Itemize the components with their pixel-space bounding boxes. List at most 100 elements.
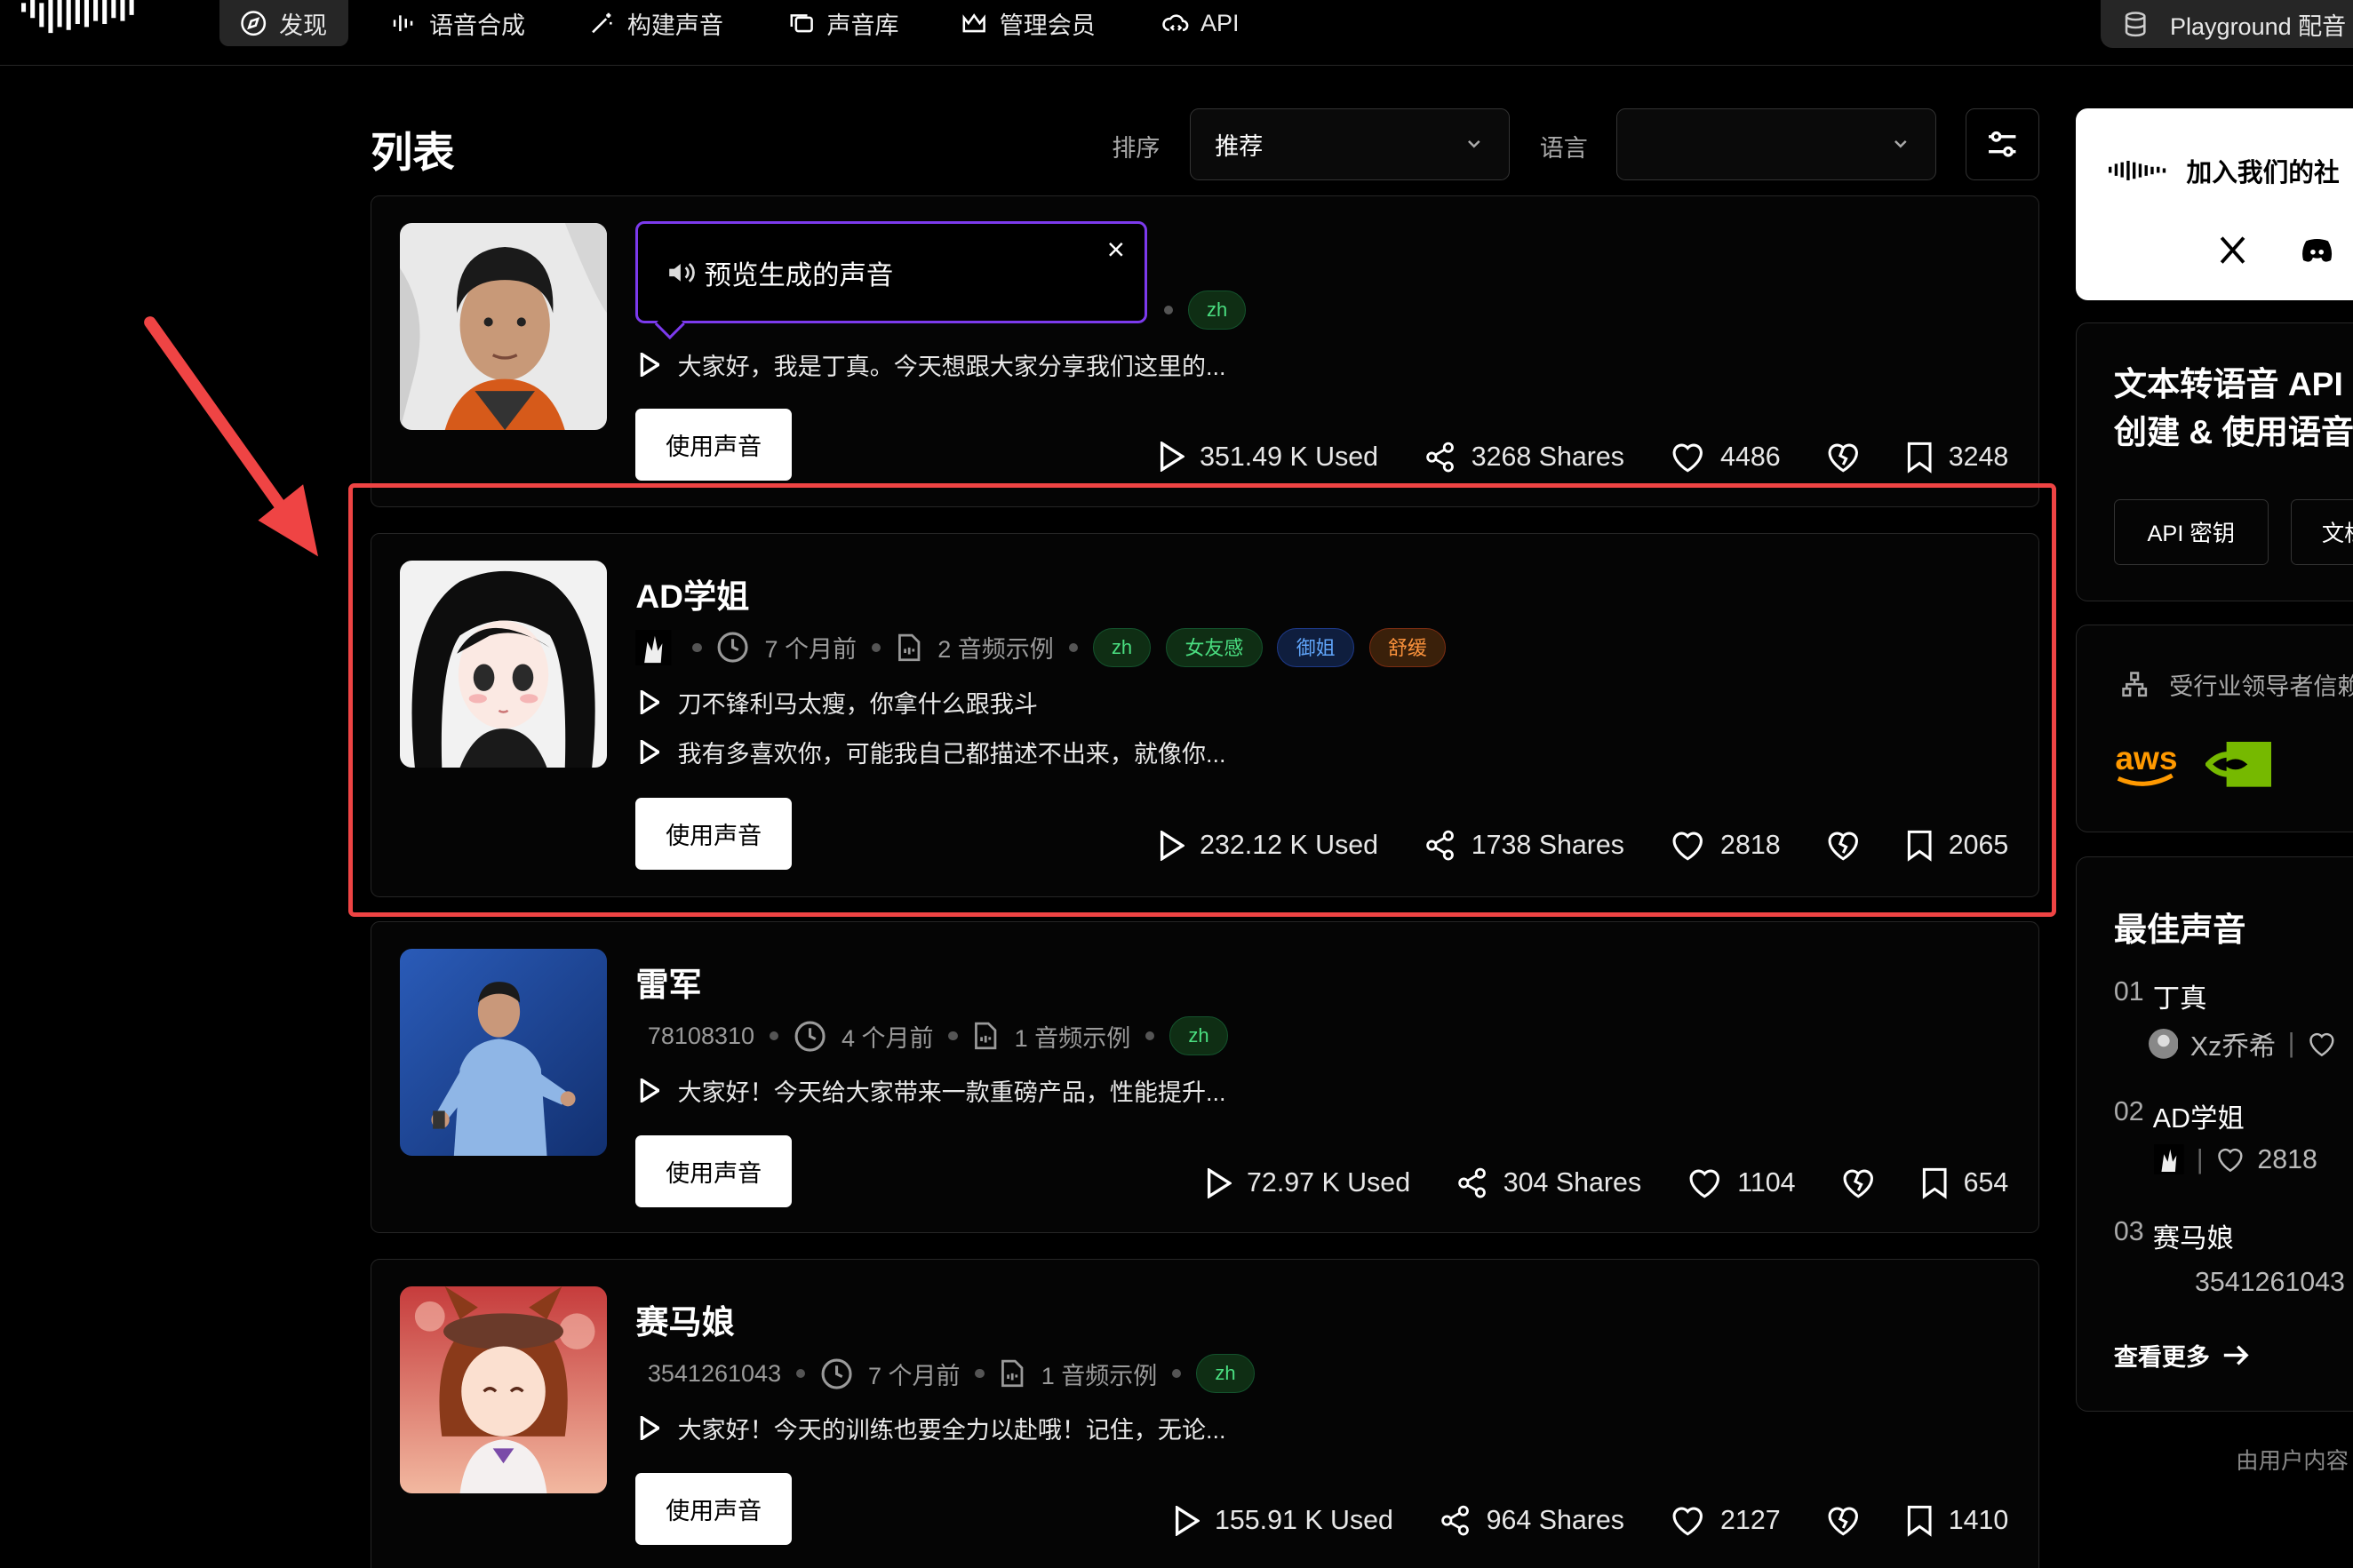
share-count: 964 Shares xyxy=(1486,1505,1624,1536)
page-title: 列表 xyxy=(371,130,455,178)
heart-icon xyxy=(1687,1166,1723,1199)
avatar[interactable] xyxy=(400,222,608,430)
discord-icon[interactable] xyxy=(2301,237,2333,264)
audio-sample[interactable]: 大家好！今天给大家带来一款重磅产品，性能提升... xyxy=(639,1073,1226,1108)
best-voice-item[interactable]: 02 AD学姐 xyxy=(2114,1096,2245,1135)
card-stats: 351.49 K Used 3268 Shares 4486 3248 xyxy=(1113,441,2008,474)
bookmark-button[interactable]: 1410 xyxy=(1906,1504,2008,1537)
avatar[interactable] xyxy=(400,949,608,1157)
author-avatar xyxy=(2148,1028,2179,1059)
api-title: 文本转语音 API 创建 & 使用语音 xyxy=(2114,360,2353,456)
nav-build-voice[interactable]: 构建声音 xyxy=(567,0,744,46)
see-more-link[interactable]: 查看更多 xyxy=(2114,1338,2252,1373)
x-twitter-icon[interactable] xyxy=(2216,234,2249,267)
api-key-button[interactable]: API 密钥 xyxy=(2113,498,2269,565)
playground-button[interactable]: Playground 配音 xyxy=(2101,0,2353,49)
sort-label: 排序 xyxy=(1112,135,1161,163)
sort-select[interactable]: 推荐 xyxy=(1190,107,1510,180)
share-count: 1738 Shares xyxy=(1471,830,1624,861)
share-button[interactable]: 1738 Shares xyxy=(1424,829,1624,862)
author-avatar[interactable] xyxy=(635,629,672,666)
tag[interactable]: 舒缓 xyxy=(1368,627,1447,667)
use-voice-button[interactable]: 使用声音 xyxy=(635,1472,792,1545)
play-icon xyxy=(1158,442,1185,473)
logo[interactable] xyxy=(20,0,141,36)
magic-wand-icon xyxy=(588,10,615,36)
avatar[interactable] xyxy=(400,560,608,768)
trusted-row: 受行业领导者信赖 xyxy=(2121,667,2353,702)
bookmark-button[interactable]: 2065 xyxy=(1906,829,2008,862)
nav-discover[interactable]: 发现 xyxy=(219,0,348,47)
share-button[interactable]: 304 Shares xyxy=(1456,1166,1641,1199)
bookmark-count: 654 xyxy=(1963,1167,2009,1198)
best-voice-item[interactable]: 03 赛马娘 xyxy=(2114,1216,2234,1255)
dislike-button[interactable] xyxy=(1825,1504,1862,1537)
nav-voice-library[interactable]: 声音库 xyxy=(767,0,920,46)
nav-membership[interactable]: 管理会员 xyxy=(939,0,1116,46)
sample-text: 刀不锋利马太瘦，你拿什么跟我斗 xyxy=(677,691,1038,719)
share-icon xyxy=(1424,829,1456,862)
like-count: 2818 xyxy=(1720,830,1781,861)
dislike-button[interactable] xyxy=(1825,441,1862,474)
share-button[interactable]: 3268 Shares xyxy=(1424,441,1624,474)
svg-text:aws: aws xyxy=(2116,739,2178,776)
trusted-text: 受行业领导者信赖 xyxy=(2169,673,2353,700)
like-button[interactable]: 2818 xyxy=(1670,829,1781,862)
audio-sample[interactable]: 我有多喜欢你，可能我自己都描述不出来，就像你... xyxy=(639,735,1225,769)
language-select[interactable] xyxy=(1615,107,1936,180)
bookmark-button[interactable]: 3248 xyxy=(1906,441,2008,474)
tag[interactable]: 女友感 xyxy=(1166,627,1263,667)
voice-name[interactable]: 赛马娘 xyxy=(635,1295,734,1343)
nav-tts[interactable]: 语音合成 xyxy=(369,0,546,46)
audio-file-icon xyxy=(972,1021,999,1051)
use-voice-button[interactable]: 使用声音 xyxy=(635,409,792,482)
nav-label: 语音合成 xyxy=(428,12,526,39)
used-stat: 72.97 K Used xyxy=(1205,1167,1410,1198)
audio-sample[interactable]: 大家好！今天的训练也要全力以赴哦！记住，无论... xyxy=(639,1411,1226,1445)
library-icon xyxy=(788,10,815,36)
use-voice-button[interactable]: 使用声音 xyxy=(635,1134,792,1207)
like-button[interactable]: 1104 xyxy=(1687,1166,1796,1199)
tag[interactable]: zh xyxy=(1092,627,1152,667)
voice-card: AD学姐 7 个月前 2 音频示例 zh 女友感 御姐 舒缓 刀不锋利马太瘦，你… xyxy=(371,532,2040,897)
aws-logo: aws xyxy=(2112,736,2182,787)
author-name[interactable]: 78108310 xyxy=(648,1023,754,1050)
voice-name[interactable]: AD学姐 xyxy=(635,569,749,617)
audio-file-icon xyxy=(999,1358,1025,1389)
bookmark-button[interactable]: 654 xyxy=(1921,1166,2008,1199)
tag[interactable]: 御姐 xyxy=(1277,627,1354,667)
filter-button[interactable] xyxy=(1966,107,2040,180)
top-nav: 发现 语音合成 构建声音 声音库 管理会员 API Playground 配音 xyxy=(0,0,2353,67)
docs-button[interactable]: 文档 xyxy=(2291,498,2353,565)
sample-text: 大家好！今天给大家带来一款重磅产品，性能提升... xyxy=(677,1079,1226,1107)
like-button[interactable]: 2127 xyxy=(1670,1504,1781,1537)
arrow-right-icon xyxy=(2221,1343,2252,1367)
sample-text: 大家好！今天的训练也要全力以赴哦！记住，无论... xyxy=(677,1417,1226,1445)
community-card[interactable]: 加入我们的社 xyxy=(2075,107,2353,300)
audio-sample[interactable]: 刀不锋利马太瘦，你拿什么跟我斗 xyxy=(639,685,1038,720)
like-button[interactable]: 4486 xyxy=(1670,441,1781,474)
tag[interactable]: zh xyxy=(1169,1016,1228,1056)
sliders-icon xyxy=(1984,126,2021,163)
author-avatar xyxy=(2154,1144,2185,1175)
best-voice-item[interactable]: 01 丁真 xyxy=(2114,976,2207,1015)
avatar[interactable] xyxy=(400,1286,608,1494)
use-voice-button[interactable]: 使用声音 xyxy=(635,797,792,870)
author-name[interactable]: 3541261043 xyxy=(648,1360,781,1388)
network-icon xyxy=(2121,671,2148,697)
play-icon xyxy=(639,690,660,715)
audio-sample[interactable]: 大家好，我是丁真。今天想跟大家分享我们这里的... xyxy=(639,347,1225,382)
best-author: Xz乔希 xyxy=(2189,1031,2277,1062)
share-button[interactable]: 964 Shares xyxy=(1439,1504,1624,1537)
nav-api[interactable]: API xyxy=(1140,0,1260,46)
created-time: 4 个月前 xyxy=(841,1024,934,1052)
dislike-button[interactable] xyxy=(1840,1166,1877,1199)
play-icon xyxy=(639,353,660,378)
clock-icon xyxy=(794,1020,826,1053)
dislike-button[interactable] xyxy=(1825,829,1862,862)
best-name: 丁真 xyxy=(2152,983,2207,1014)
best-voice-meta: | 2818 xyxy=(2154,1144,2317,1175)
voice-name[interactable]: 雷军 xyxy=(635,958,701,1006)
tag[interactable]: zh xyxy=(1196,1354,1255,1394)
close-icon[interactable] xyxy=(1105,239,1127,260)
